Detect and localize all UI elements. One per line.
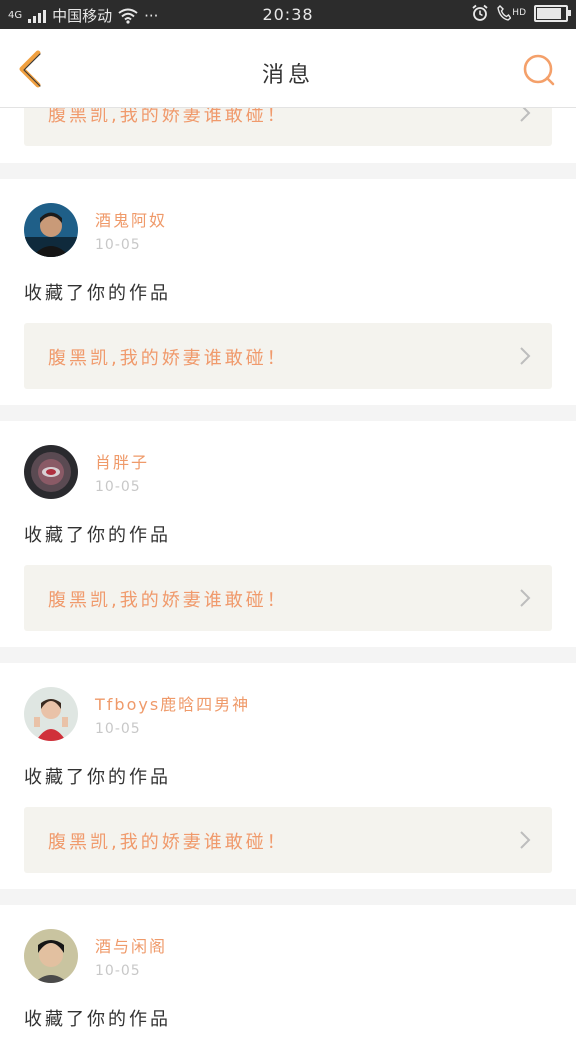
work-title: 腹黑凯,我的娇妻谁敢碰！ [48,832,288,853]
alarm-icon [472,4,488,21]
message-date: 10-05 [95,721,141,737]
message-card: 酒鬼阿奴 10-05 收藏了你的作品 腹黑凯,我的娇妻谁敢碰！ [0,179,576,405]
card-padding [24,873,552,889]
message-date: 10-05 [95,479,141,495]
avatar[interactable] [24,203,78,257]
work-title: 腹黑凯,我的娇妻谁敢碰！ [48,348,288,369]
message-header: 肖胖子 10-05 [24,421,552,501]
message-card: Tfboys鹿晗四男神 10-05 收藏了你的作品 腹黑凯,我的娇妻谁敢碰！ [0,663,576,889]
avatar[interactable] [24,929,78,983]
status-bar: 4G 中国移动 ··· 20:38 HD [0,0,576,29]
action-text: 收藏了你的作品 [24,283,171,304]
battery-icon [534,4,571,22]
message-header: 酒与闲阁 10-05 [24,905,552,985]
avatar[interactable] [24,445,78,499]
message-card-partial: 腹黑凯,我的娇妻谁敢碰！ [0,80,576,163]
status-right: HD [471,4,571,22]
username[interactable]: Tfboys鹿晗四男神 [95,691,250,715]
avatar[interactable] [24,687,78,741]
message-card: 肖胖子 10-05 收藏了你的作品 腹黑凯,我的娇妻谁敢碰！ [0,421,576,647]
work-title: 腹黑凯,我的娇妻谁敢碰！ [48,590,288,611]
message-header: Tfboys鹿晗四男神 10-05 [24,663,552,743]
message-date: 10-05 [95,963,141,979]
message-card: 酒与闲阁 10-05 收藏了你的作品 [0,905,576,1049]
divider [0,647,576,663]
action-text: 收藏了你的作品 [24,1009,171,1030]
message-date: 10-05 [95,237,141,253]
app-header: 消息 [0,29,576,108]
work-link[interactable]: 腹黑凯,我的娇妻谁敢碰！ [24,565,552,631]
search-icon[interactable] [522,53,556,87]
chevron-right-icon [520,589,531,607]
divider [0,889,576,905]
username[interactable]: 肖胖子 [95,449,149,473]
hd-call-icon: HD [497,5,526,21]
chevron-right-icon [520,347,531,365]
card-padding [24,631,552,647]
action-text: 收藏了你的作品 [24,767,171,788]
username[interactable]: 酒鬼阿奴 [95,207,167,231]
username[interactable]: 酒与闲阁 [95,933,167,957]
card-padding [24,389,552,405]
work-link[interactable]: 腹黑凯,我的娇妻谁敢碰！ [24,807,552,873]
action-text: 收藏了你的作品 [24,525,171,546]
message-list: 腹黑凯,我的娇妻谁敢碰！ 酒鬼阿奴 10-05 收藏了你的作品 腹黑凯,我的娇妻… [0,80,576,1049]
chevron-right-icon [520,831,531,849]
message-header: 酒鬼阿奴 10-05 [24,179,552,259]
page-title: 消息 [261,63,314,88]
work-link[interactable]: 腹黑凯,我的娇妻谁敢碰！ [24,323,552,389]
divider [0,405,576,421]
divider [0,163,576,179]
